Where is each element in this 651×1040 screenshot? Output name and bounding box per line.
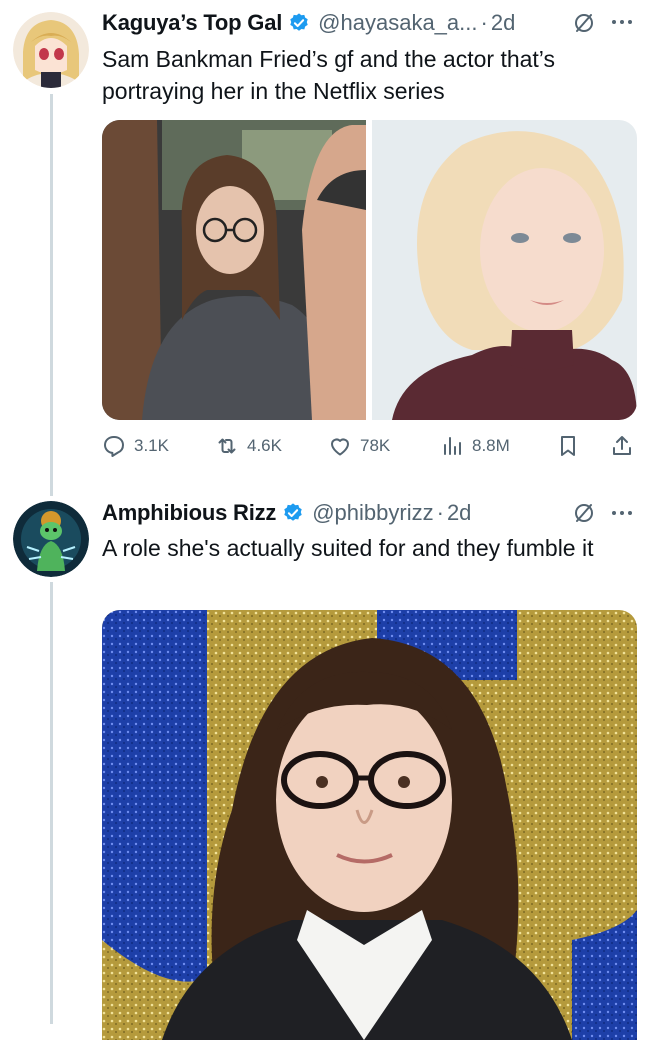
avatar[interactable] [13, 501, 89, 577]
views-icon [444, 437, 461, 455]
tweet-text: A role she's actually suited for and the… [102, 535, 594, 561]
bookmark-icon [561, 436, 575, 456]
separator: · [436, 500, 444, 525]
bookmark-button[interactable] [556, 434, 580, 458]
views-button[interactable]: 8.8M [440, 434, 510, 458]
views-count: 8.8M [472, 436, 510, 455]
like-icon [331, 438, 349, 456]
photo [102, 610, 637, 1040]
photo-grid [102, 120, 637, 420]
separator: · [480, 10, 488, 35]
repost-icon [218, 438, 236, 454]
tweet-media[interactable] [102, 120, 637, 420]
tweet-header: Amphibious Rizz @phibbyrizz · 2d [102, 496, 471, 530]
handle[interactable]: @hayasaka_a... [318, 10, 477, 36]
photo-right [372, 120, 637, 420]
tweet-media[interactable] [102, 610, 637, 1040]
like-button[interactable]: 78K [328, 434, 390, 458]
more-icon[interactable] [612, 20, 632, 24]
more-icon[interactable] [612, 511, 632, 515]
display-name[interactable]: Kaguya’s Top Gal [102, 10, 282, 36]
timestamp[interactable]: 2d [491, 10, 515, 36]
reply-count: 3.1K [134, 436, 169, 455]
like-count: 78K [360, 436, 391, 455]
tweet-header: Kaguya’s Top Gal @hayasaka_a... · 2d [102, 6, 515, 40]
display-name[interactable]: Amphibious Rizz [102, 500, 276, 526]
photo-left [102, 120, 366, 420]
repost-button[interactable]: 4.6K [215, 434, 282, 458]
thread-line-bottom [50, 582, 53, 1024]
repost-count: 4.6K [247, 436, 282, 455]
reply-icon [104, 436, 124, 457]
grok-icon[interactable] [572, 501, 596, 525]
grok-icon[interactable] [572, 11, 596, 35]
tweet-text: Sam Bankman Fried’s gf and the actor tha… [102, 46, 556, 104]
share-button[interactable] [610, 434, 634, 458]
reply-button[interactable]: 3.1K [102, 434, 169, 458]
timestamp[interactable]: 2d [447, 500, 471, 526]
verified-badge-icon [290, 13, 308, 31]
avatar[interactable] [13, 12, 89, 88]
share-icon [613, 436, 631, 455]
handle[interactable]: @phibbyrizz [312, 500, 433, 526]
thread-line-top [50, 94, 53, 496]
verified-badge-icon [284, 503, 302, 521]
